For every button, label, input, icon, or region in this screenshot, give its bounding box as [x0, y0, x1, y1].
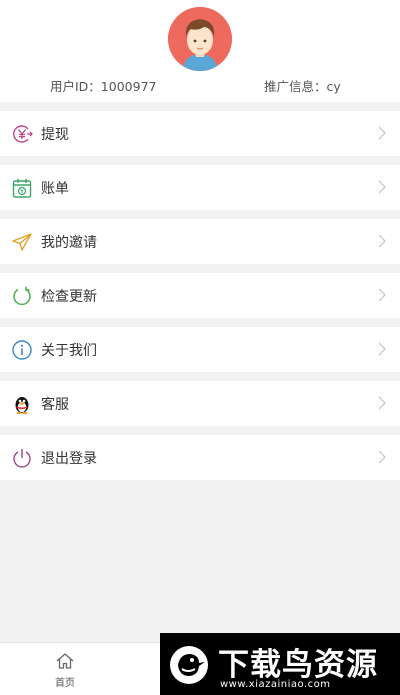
chevron-right-icon	[378, 234, 386, 248]
menu-item-withdraw[interactable]: 提现	[0, 111, 400, 156]
menu-item-label: 账单	[41, 180, 69, 197]
chevron-right-icon	[378, 126, 386, 140]
menu-item-about-us[interactable]: 关于我们	[0, 327, 400, 372]
paper-plane-icon	[11, 231, 33, 253]
bill-calendar-icon	[11, 177, 33, 199]
tab-home[interactable]: 首页	[45, 651, 85, 689]
menu-item-bill[interactable]: 账单	[0, 165, 400, 210]
menu-item-label: 退出登录	[41, 450, 97, 467]
menu-item-label: 客服	[41, 396, 69, 413]
chevron-right-icon	[378, 288, 386, 302]
watermark-title: 下载鸟资源	[218, 647, 378, 683]
tab-home-label: 首页	[55, 678, 75, 689]
menu-item-label: 提现	[41, 126, 69, 143]
menu-item-logout[interactable]: 退出登录	[0, 435, 400, 480]
chevron-right-icon	[378, 396, 386, 410]
promo-info-text: 推广信息：cy	[264, 79, 341, 94]
info-icon	[11, 339, 33, 361]
menu-item-label: 关于我们	[41, 342, 97, 359]
watermark-banner: 下载鸟资源 www.xiazainiao.com	[160, 633, 400, 695]
chevron-right-icon	[378, 180, 386, 194]
user-id-text: 用户ID：1000977	[50, 79, 157, 94]
chevron-right-icon	[378, 450, 386, 464]
yen-withdraw-icon	[11, 123, 33, 145]
power-icon	[11, 447, 33, 469]
home-icon	[56, 653, 74, 669]
menu-item-label: 我的邀请	[41, 234, 97, 251]
menu-item-customer-service[interactable]: 客服	[0, 381, 400, 426]
qq-penguin-icon	[11, 393, 33, 415]
avatar[interactable]	[168, 7, 232, 71]
menu-item-check-update[interactable]: 检查更新	[0, 273, 400, 318]
bird-logo-icon	[168, 645, 210, 685]
menu-item-my-invites[interactable]: 我的邀请	[0, 219, 400, 264]
refresh-icon	[11, 285, 33, 307]
watermark-url: www.xiazainiao.com	[220, 679, 331, 690]
profile-header: 用户ID：1000977 推广信息：cy	[0, 0, 400, 102]
menu-item-label: 检查更新	[41, 288, 97, 305]
chevron-right-icon	[378, 342, 386, 356]
